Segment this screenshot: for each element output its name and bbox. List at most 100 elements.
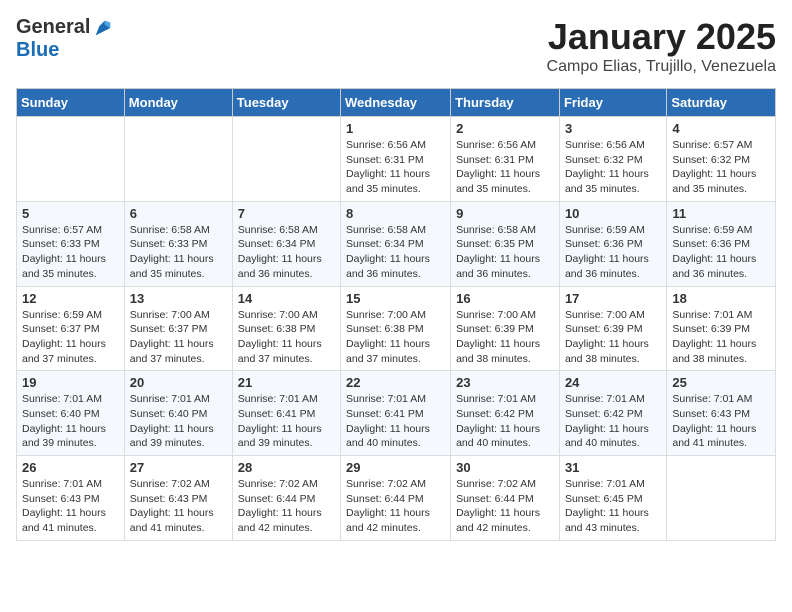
day-number: 12 [22,291,119,306]
calendar-cell: 29Sunrise: 7:02 AMSunset: 6:44 PMDayligh… [341,456,451,541]
weekday-header-wednesday: Wednesday [341,89,451,117]
day-info: Sunrise: 7:02 AMSunset: 6:43 PMDaylight:… [130,477,227,536]
day-info: Sunrise: 7:01 AMSunset: 6:41 PMDaylight:… [238,392,335,451]
day-number: 31 [565,460,661,475]
calendar-cell: 31 Sunrise: 7:01 AMSunset: 6:45 PMDayligh… [559,456,666,541]
day-info: Sunrise: 7:01 AMSunset: 6:41 PMDaylight:… [346,392,445,451]
day-info: Sunrise: 6:56 AMSunset: 6:32 PMDaylight:… [565,138,661,197]
day-number: 4 [672,121,770,136]
day-info: Sunrise: 7:00 AMSunset: 6:37 PMDaylight:… [130,308,227,367]
calendar-cell: 13 Sunrise: 7:00 AMSunset: 6:37 PMDayligh… [124,286,232,371]
calendar-cell: 6 Sunrise: 6:58 AMSunset: 6:33 PMDaylight… [124,201,232,286]
day-info: Sunrise: 7:01 AMSunset: 6:45 PMDaylight:… [565,477,661,536]
day-info: Sunrise: 7:00 AMSunset: 6:38 PMDaylight:… [238,308,335,367]
weekday-header-friday: Friday [559,89,666,117]
day-number: 24 [565,375,661,390]
calendar-cell: 12Sunrise: 6:59 AMSunset: 6:37 PMDayligh… [17,286,125,371]
calendar-week-row: 1 Sunrise: 6:56 AMSunset: 6:31 PMDaylight… [17,117,776,202]
weekday-header-sunday: Sunday [17,89,125,117]
day-number: 22 [346,375,445,390]
calendar-cell: 21 Sunrise: 7:01 AMSunset: 6:41 PMDayligh… [232,371,340,456]
day-info: Sunrise: 6:58 AMSunset: 6:34 PMDaylight:… [346,223,445,282]
calendar-cell: 24Sunrise: 7:01 AMSunset: 6:42 PMDayligh… [559,371,666,456]
day-info: Sunrise: 7:01 AMSunset: 6:42 PMDaylight:… [456,392,554,451]
day-number: 29 [346,460,445,475]
calendar-cell: 9 Sunrise: 6:58 AMSunset: 6:35 PMDaylight… [451,201,560,286]
weekday-header-row: SundayMondayTuesdayWednesdayThursdayFrid… [17,89,776,117]
calendar-cell: 11Sunrise: 6:59 AMSunset: 6:36 PMDayligh… [667,201,776,286]
calendar-cell [124,117,232,202]
weekday-header-saturday: Saturday [667,89,776,117]
day-info: Sunrise: 6:56 AMSunset: 6:31 PMDaylight:… [456,138,554,197]
day-number: 3 [565,121,661,136]
calendar-cell: 19 Sunrise: 7:01 AMSunset: 6:40 PMDayligh… [17,371,125,456]
day-number: 23 [456,375,554,390]
day-number: 14 [238,291,335,306]
day-number: 5 [22,206,119,221]
calendar-week-row: 5 Sunrise: 6:57 AMSunset: 6:33 PMDaylight… [17,201,776,286]
day-number: 10 [565,206,661,221]
day-number: 1 [346,121,445,136]
calendar-week-row: 12Sunrise: 6:59 AMSunset: 6:37 PMDayligh… [17,286,776,371]
calendar-week-row: 19 Sunrise: 7:01 AMSunset: 6:40 PMDayligh… [17,371,776,456]
calendar-table: SundayMondayTuesdayWednesdayThursdayFrid… [16,88,776,541]
day-number: 8 [346,206,445,221]
day-info: Sunrise: 6:59 AMSunset: 6:36 PMDaylight:… [565,223,661,282]
calendar-cell: 14 Sunrise: 7:00 AMSunset: 6:38 PMDayligh… [232,286,340,371]
calendar-cell: 2 Sunrise: 6:56 AMSunset: 6:31 PMDaylight… [451,117,560,202]
calendar-cell: 20Sunrise: 7:01 AMSunset: 6:40 PMDayligh… [124,371,232,456]
page-header: General Blue January 2025 Campo Elias, T… [16,16,776,76]
day-number: 7 [238,206,335,221]
calendar-cell: 25Sunrise: 7:01 AMSunset: 6:43 PMDayligh… [667,371,776,456]
calendar-cell: 28Sunrise: 7:02 AMSunset: 6:44 PMDayligh… [232,456,340,541]
day-info: Sunrise: 7:01 AMSunset: 6:43 PMDaylight:… [672,392,770,451]
logo: General Blue [16,16,114,62]
logo-general-text: General [16,16,90,39]
day-info: Sunrise: 7:00 AMSunset: 6:38 PMDaylight:… [346,308,445,367]
day-number: 13 [130,291,227,306]
day-info: Sunrise: 7:01 AMSunset: 6:39 PMDaylight:… [672,308,770,367]
day-info: Sunrise: 6:58 AMSunset: 6:35 PMDaylight:… [456,223,554,282]
weekday-header-monday: Monday [124,89,232,117]
day-number: 30 [456,460,554,475]
day-info: Sunrise: 6:58 AMSunset: 6:33 PMDaylight:… [130,223,227,282]
calendar-cell: 18 Sunrise: 7:01 AMSunset: 6:39 PMDayligh… [667,286,776,371]
day-number: 16 [456,291,554,306]
month-title: January 2025 [547,16,776,58]
calendar-week-row: 26 Sunrise: 7:01 AMSunset: 6:43 PMDayligh… [17,456,776,541]
logo-icon [92,17,114,39]
location-title: Campo Elias, Trujillo, Venezuela [547,58,776,76]
calendar-cell: 30 Sunrise: 7:02 AMSunset: 6:44 PMDayligh… [451,456,560,541]
day-info: Sunrise: 6:58 AMSunset: 6:34 PMDaylight:… [238,223,335,282]
day-number: 19 [22,375,119,390]
calendar-cell [232,117,340,202]
day-info: Sunrise: 7:02 AMSunset: 6:44 PMDaylight:… [456,477,554,536]
weekday-header-thursday: Thursday [451,89,560,117]
day-info: Sunrise: 7:01 AMSunset: 6:40 PMDaylight:… [22,392,119,451]
calendar-cell: 10 Sunrise: 6:59 AMSunset: 6:36 PMDayligh… [559,201,666,286]
day-number: 17 [565,291,661,306]
calendar-cell: 26 Sunrise: 7:01 AMSunset: 6:43 PMDayligh… [17,456,125,541]
day-info: Sunrise: 7:01 AMSunset: 6:43 PMDaylight:… [22,477,119,536]
day-number: 21 [238,375,335,390]
day-number: 6 [130,206,227,221]
day-info: Sunrise: 6:57 AMSunset: 6:33 PMDaylight:… [22,223,119,282]
day-number: 2 [456,121,554,136]
day-number: 9 [456,206,554,221]
day-info: Sunrise: 6:57 AMSunset: 6:32 PMDaylight:… [672,138,770,197]
day-info: Sunrise: 7:00 AMSunset: 6:39 PMDaylight:… [565,308,661,367]
calendar-cell: 4 Sunrise: 6:57 AMSunset: 6:32 PMDaylight… [667,117,776,202]
calendar-cell: 1 Sunrise: 6:56 AMSunset: 6:31 PMDaylight… [341,117,451,202]
calendar-cell: 8 Sunrise: 6:58 AMSunset: 6:34 PMDaylight… [341,201,451,286]
day-number: 18 [672,291,770,306]
calendar-cell: 23 Sunrise: 7:01 AMSunset: 6:42 PMDayligh… [451,371,560,456]
day-number: 26 [22,460,119,475]
calendar-cell [667,456,776,541]
day-info: Sunrise: 7:01 AMSunset: 6:40 PMDaylight:… [130,392,227,451]
calendar-cell: 7 Sunrise: 6:58 AMSunset: 6:34 PMDaylight… [232,201,340,286]
calendar-cell [17,117,125,202]
day-info: Sunrise: 7:00 AMSunset: 6:39 PMDaylight:… [456,308,554,367]
day-number: 28 [238,460,335,475]
day-number: 11 [672,206,770,221]
day-info: Sunrise: 6:56 AMSunset: 6:31 PMDaylight:… [346,138,445,197]
